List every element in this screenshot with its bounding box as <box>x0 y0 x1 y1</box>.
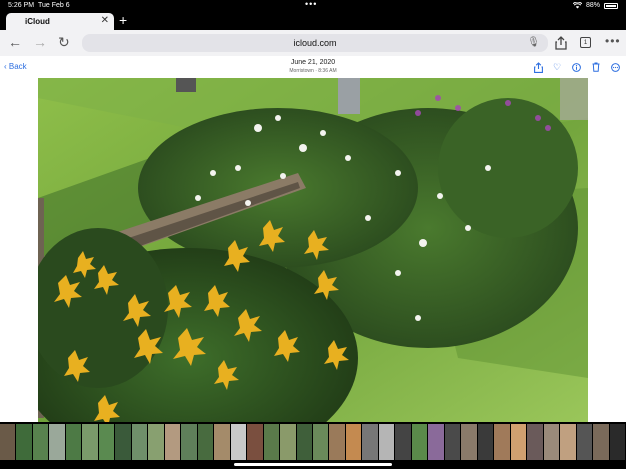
filmstrip-thumbnail[interactable] <box>181 424 197 460</box>
photo-header: ‹ Back June 21, 2020 Morristown · 8:36 A… <box>0 56 626 78</box>
filmstrip-thumbnail[interactable] <box>0 424 16 460</box>
trash-icon[interactable] <box>592 62 600 72</box>
filmstrip-thumbnail[interactable] <box>32 424 49 460</box>
filmstrip-thumbnail[interactable] <box>247 424 263 460</box>
photo-viewer <box>0 78 626 422</box>
filmstrip-thumbnail[interactable] <box>329 424 345 460</box>
filmstrip-thumbnail[interactable] <box>428 424 444 460</box>
filmstrip-thumbnail[interactable] <box>214 424 230 460</box>
ellipsis-circle-icon[interactable] <box>611 63 620 72</box>
address-bar[interactable]: icloud.com 🎙 <box>82 34 548 52</box>
tab-title: iCloud <box>25 17 50 26</box>
close-tab-icon[interactable]: ✕ <box>101 15 109 26</box>
filmstrip-thumbnail[interactable] <box>461 424 477 460</box>
filmstrip-thumbnail[interactable] <box>197 424 214 460</box>
filmstrip-thumbnail[interactable] <box>411 424 428 460</box>
filmstrip-thumbnail[interactable] <box>115 424 131 460</box>
filmstrip-thumbnail[interactable] <box>131 424 148 460</box>
tab-icloud[interactable]: iCloud ✕ <box>6 13 114 30</box>
microphone-icon[interactable]: 🎙 <box>527 37 540 48</box>
filmstrip-thumbnail[interactable] <box>296 424 312 460</box>
filmstrip-thumbnail[interactable] <box>49 424 65 460</box>
status-date: Tue Feb 6 <box>37 2 70 9</box>
heart-icon[interactable]: ♡ <box>553 62 561 73</box>
arrow-right-icon[interactable]: → <box>33 35 47 49</box>
filmstrip-thumbnail[interactable] <box>477 424 494 460</box>
info-icon[interactable] <box>572 63 581 72</box>
filmstrip-thumbnail[interactable] <box>16 424 32 460</box>
filmstrip-thumbnail[interactable] <box>510 424 527 460</box>
filmstrip-thumbnail[interactable] <box>527 424 543 460</box>
cloud-favicon-icon <box>14 17 21 24</box>
filmstrip-thumbnail[interactable] <box>543 424 560 460</box>
tabs-icon[interactable]: 1 <box>580 37 591 48</box>
share-icon[interactable] <box>555 36 567 50</box>
filmstrip-thumbnail[interactable] <box>230 424 247 460</box>
filmstrip-thumbnail[interactable] <box>609 424 625 460</box>
photo-date-title: June 21, 2020 <box>290 59 336 66</box>
filmstrip-thumbnail[interactable] <box>164 424 181 460</box>
filmstrip-thumbnail[interactable] <box>313 424 329 460</box>
status-right: 88% <box>572 2 618 9</box>
status-time: 5:26 PM Tue Feb 6 <box>8 2 70 9</box>
filmstrip-thumbnail[interactable] <box>560 424 576 460</box>
reload-icon[interactable]: ↻ <box>58 35 70 49</box>
filmstrip-thumbnail[interactable] <box>593 424 609 460</box>
tab-strip: iCloud ✕ + <box>0 12 626 30</box>
status-bar: 5:26 PM Tue Feb 6 ••• 88% <box>0 0 626 12</box>
filmstrip-thumbnail[interactable] <box>345 424 362 460</box>
filmstrip-thumbnail[interactable] <box>395 424 411 460</box>
filmstrip-thumbnail[interactable] <box>280 424 296 460</box>
garden-photo[interactable] <box>38 78 588 422</box>
multitasking-dots-icon[interactable]: ••• <box>305 0 317 9</box>
new-tab-icon[interactable]: + <box>119 12 127 28</box>
filmstrip-thumbnail[interactable] <box>576 424 593 460</box>
filmstrip-thumbnail[interactable] <box>65 424 82 460</box>
battery-percent: 88% <box>585 2 600 9</box>
browser-toolbar: ← → ↻ icloud.com 🎙 1 ••• <box>0 30 626 56</box>
filmstrip-thumbnail[interactable] <box>362 424 378 460</box>
wifi-icon <box>572 2 582 9</box>
filmstrip-thumbnail[interactable] <box>82 424 98 460</box>
arrow-left-icon[interactable]: ← <box>8 35 22 49</box>
more-icon[interactable]: ••• <box>605 34 621 48</box>
filmstrip-thumbnail[interactable] <box>494 424 510 460</box>
filmstrip-thumbnail[interactable] <box>98 424 115 460</box>
filmstrip-thumbnail[interactable] <box>148 424 164 460</box>
battery-icon <box>604 2 618 9</box>
filmstrip-thumbnail[interactable] <box>263 424 280 460</box>
filmstrip-thumbnail[interactable] <box>378 424 395 460</box>
address-url: icloud.com <box>293 38 337 48</box>
home-indicator[interactable] <box>234 463 392 466</box>
share-icon[interactable] <box>534 62 543 73</box>
photo-location-time: Morristown · 8:36 AM <box>289 68 337 74</box>
filmstrip-thumbnail[interactable] <box>444 424 461 460</box>
photo-filmstrip[interactable] <box>0 424 626 460</box>
